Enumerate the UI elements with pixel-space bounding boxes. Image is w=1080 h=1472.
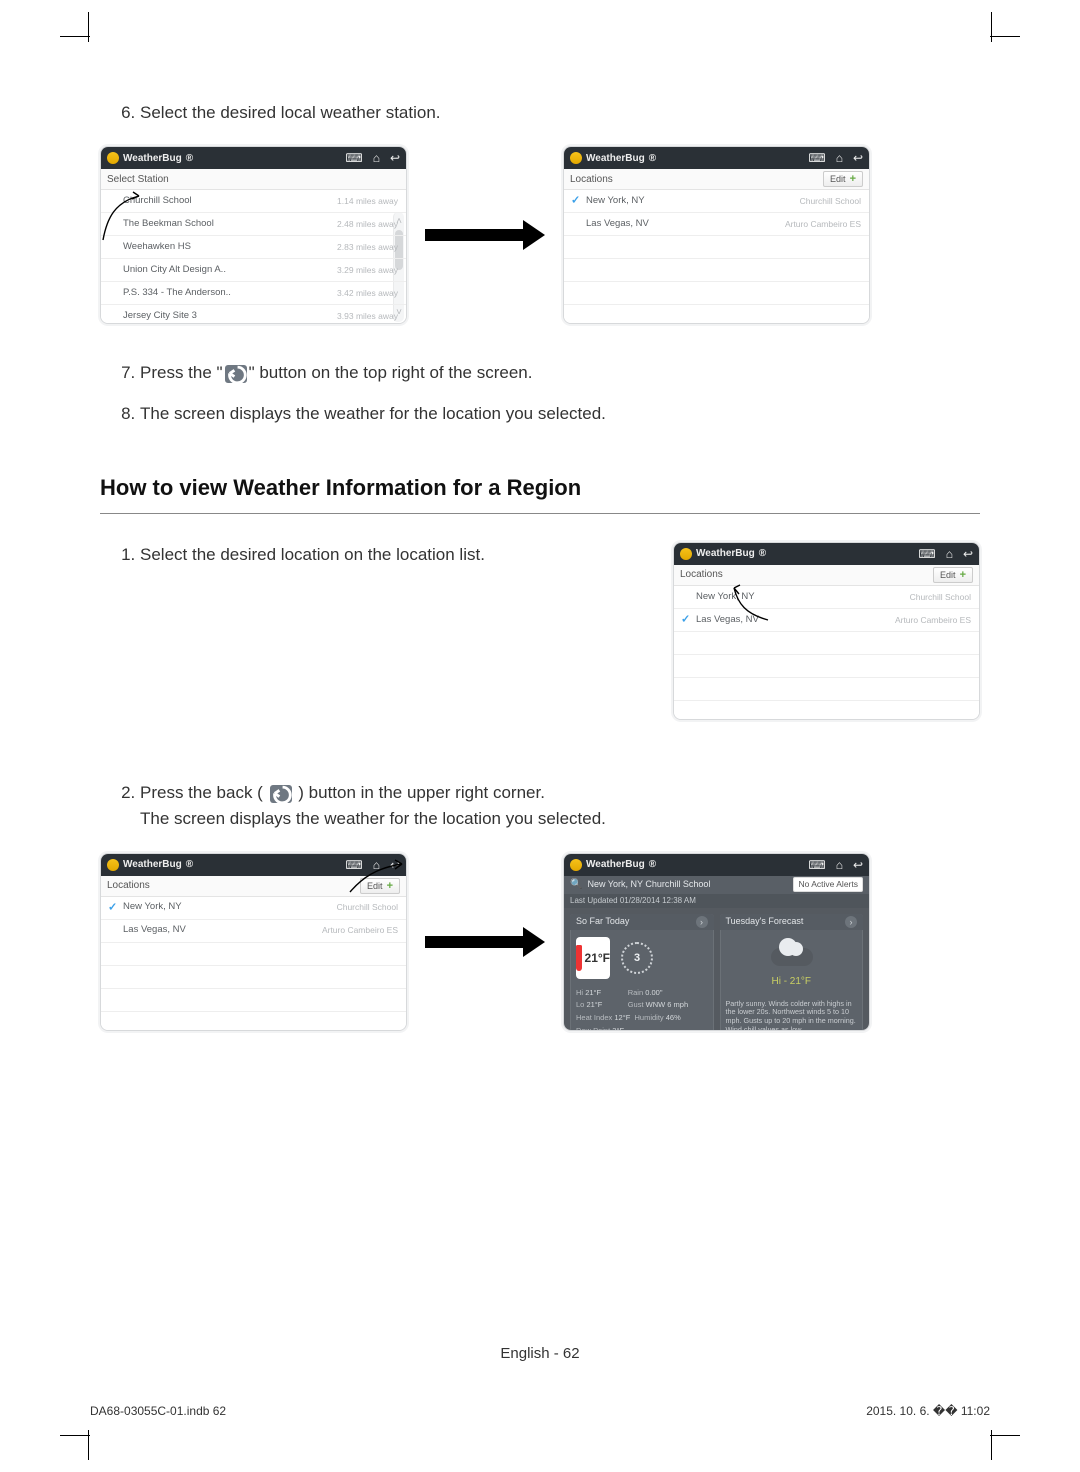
edit-button[interactable]: Edit + [823,171,863,187]
panel-subtitle: Locations [680,567,723,583]
figure-row-stations-to-locations: WeatherBug® ⌨ ⌂ ↩ Select Station ˄ ˅ [100,146,980,324]
keyboard-icon[interactable]: ⌨ [808,859,825,871]
weatherbug-logo-icon [680,548,692,560]
print-footer-left: DA68-03055C-01.indb 62 [90,1404,226,1418]
weatherbug-brand: WeatherBug® [107,151,193,167]
back-icon[interactable]: ↩ [963,548,973,560]
page-footer: English - 62 [0,1345,1080,1362]
region-step-1: Select the desired location on the locat… [140,542,643,568]
weatherbug-brand: WeatherBug® [680,546,766,562]
list-item[interactable]: Jersey City Site 33.93 miles away [101,305,406,324]
screenshot-locations-lasvegas: WeatherBug® ⌨ ⌂ ↩ Locations Edit + [673,542,980,720]
back-icon[interactable]: ↩ [853,152,863,164]
back-icon[interactable]: ↩ [853,859,863,871]
panel-subtitle: Locations [107,878,150,894]
forecast-desc: Partly sunny. Winds colder with highs in… [720,996,864,1031]
back-icon [270,785,292,803]
screenshot-weather-detail: WeatherBug® ⌨ ⌂ ↩ 🔍 New York, NY Churchi… [563,853,870,1031]
weatherbug-brand: WeatherBug® [107,857,193,873]
location-breadcrumb: New York, NY Churchill School [587,878,788,892]
section-heading: How to view Weather Information for a Re… [100,471,980,514]
panel-subtitle: Locations [570,172,613,188]
home-icon[interactable]: ⌂ [836,152,843,164]
weatherbug-logo-icon [107,152,119,164]
step-8: The screen displays the weather for the … [140,401,980,427]
search-icon[interactable]: 🔍 [570,877,582,893]
figure-row-locations-to-detail: WeatherBug® ⌨ ⌂ ↩ Locations Edit + [100,853,980,1031]
keyboard-icon[interactable]: ⌨ [345,859,362,871]
list-item[interactable]: New York, NYChurchill School [674,586,979,609]
list-item[interactable]: Weehawken HS2.83 miles away [101,236,406,259]
back-icon [225,365,247,383]
check-icon: ✓ [108,899,117,916]
home-icon[interactable]: ⌂ [373,152,380,164]
card-forecast: Tuesday's Forecast › Hi - 21°F Partly su… [720,914,864,1031]
cloud-icon [765,936,817,972]
list-item[interactable]: P.S. 334 - The Anderson..3.42 miles away [101,282,406,305]
uv-index-icon: 3 [616,937,658,979]
expand-icon[interactable]: › [696,916,708,928]
arrow-right-icon [425,231,545,239]
plus-icon: + [960,568,966,582]
list-item[interactable]: Las Vegas, NVArturo Cambeiro ES [101,920,406,943]
plus-icon: + [387,879,393,893]
last-updated: Last Updated 01/28/2014 12:38 AM [564,894,869,908]
home-icon[interactable]: ⌂ [946,548,953,560]
forecast-hi: Hi - 21°F [771,974,811,990]
keyboard-icon[interactable]: ⌨ [808,152,825,164]
weatherbug-logo-icon [570,859,582,871]
list-item[interactable]: The Beekman School2.48 miles away [101,213,406,236]
check-icon: ✓ [681,612,690,629]
home-icon[interactable]: ⌂ [373,859,380,871]
check-icon: ✓ [571,193,580,210]
screenshot-locations-newyork: WeatherBug® ⌨ ⌂ ↩ Locations Edit + [563,146,870,324]
weatherbug-brand: WeatherBug® [570,857,656,873]
alerts-badge[interactable]: No Active Alerts [793,877,863,892]
expand-icon[interactable]: › [845,916,857,928]
keyboard-icon[interactable]: ⌨ [345,152,362,164]
list-item[interactable]: Las Vegas, NVArturo Cambeiro ES [564,213,869,236]
list-item[interactable]: Churchill School1.14 miles away [101,190,406,213]
weatherbug-brand: WeatherBug® [570,151,656,167]
list-item[interactable]: ✓ New York, NYChurchill School [564,190,869,213]
thermometer-icon: 21°F [576,937,610,979]
screenshot-locations-press-back: WeatherBug® ⌨ ⌂ ↩ Locations Edit + [100,853,407,1031]
card-so-far-today: So Far Today › 21°F 3 [570,914,714,1031]
back-icon[interactable]: ↩ [390,859,400,871]
region-step-2: Press the back ( ) button in the upper r… [140,780,980,833]
screenshot-select-station: WeatherBug® ⌨ ⌂ ↩ Select Station ˄ ˅ [100,146,407,324]
weatherbug-logo-icon [107,859,119,871]
step-7: Press the "" button on the top right of … [140,360,980,386]
list-item[interactable]: ✓ Las Vegas, NVArturo Cambeiro ES [674,609,979,632]
edit-button[interactable]: Edit + [360,878,400,894]
list-item[interactable]: Union City Alt Design A..3.29 miles away [101,259,406,282]
print-footer-right: 2015. 10. 6. �� 11:02 [866,1404,990,1418]
step-6: Select the desired local weather station… [140,100,980,126]
stats-grid: Hi 21°F Rain 0.00" Lo 21°F Gust WNW 6 mp… [570,987,714,1031]
plus-icon: + [850,172,856,186]
arrow-right-icon [425,938,545,946]
edit-button[interactable]: Edit + [933,567,973,583]
home-icon[interactable]: ⌂ [836,859,843,871]
list-item[interactable]: ✓ New York, NYChurchill School [101,897,406,920]
panel-subtitle: Select Station [107,172,169,188]
back-icon[interactable]: ↩ [390,152,400,164]
keyboard-icon[interactable]: ⌨ [918,548,935,560]
weatherbug-logo-icon [570,152,582,164]
